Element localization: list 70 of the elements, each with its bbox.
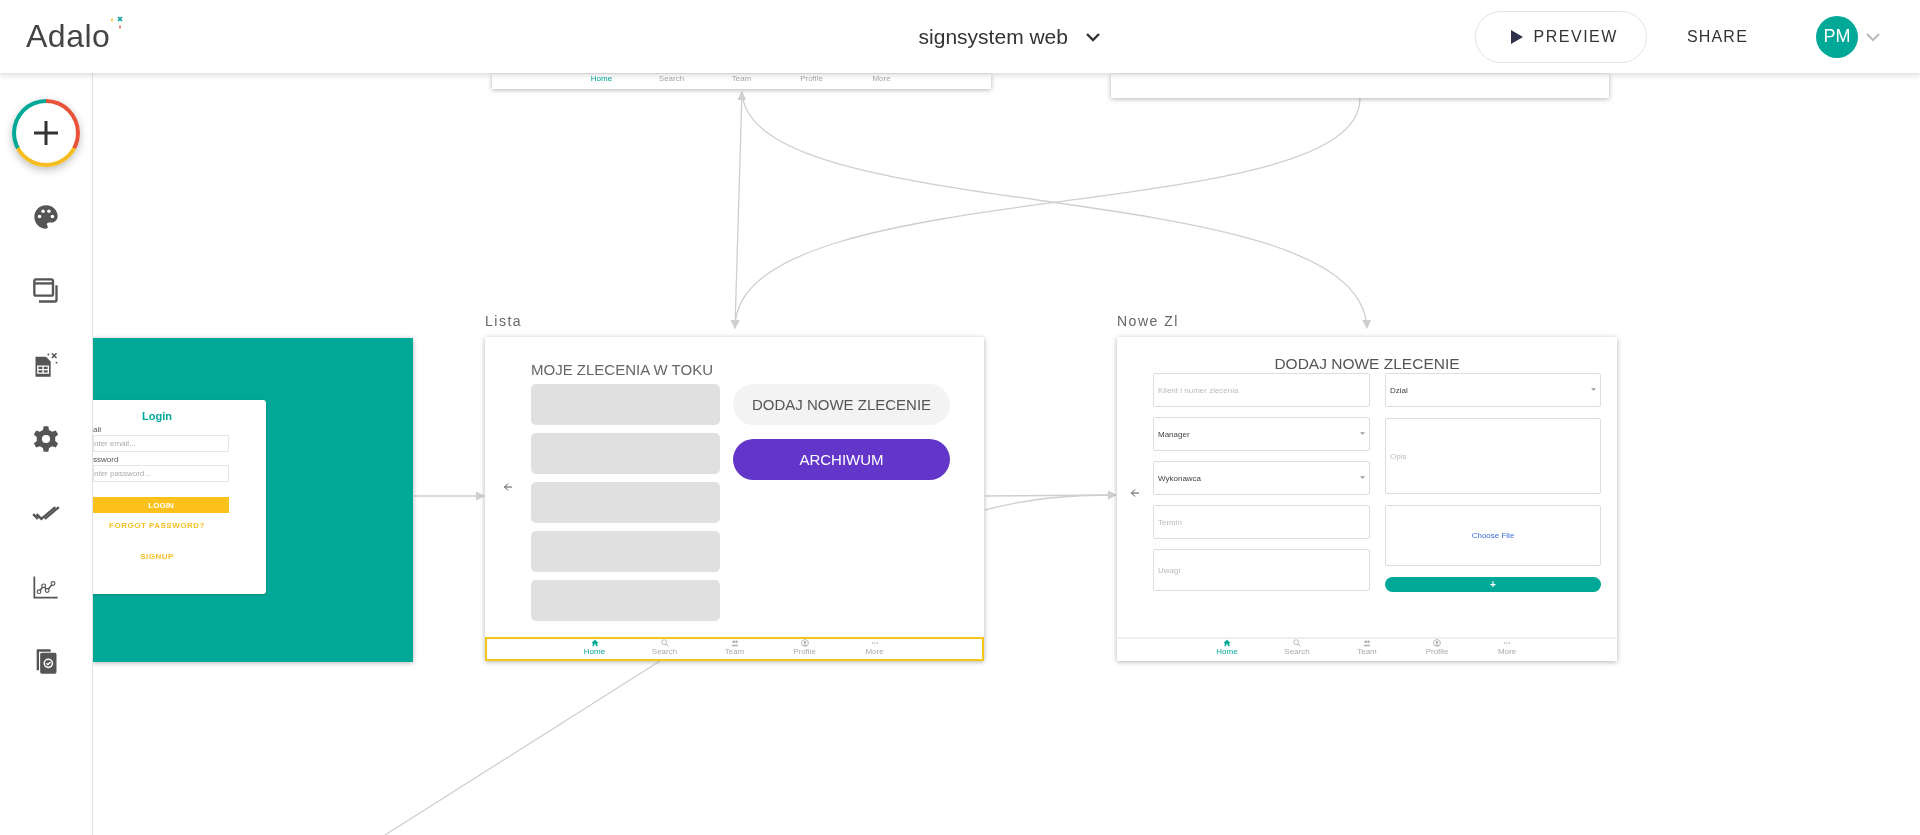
dropdown-value: Dzial — [1390, 385, 1408, 395]
tab-bar-item[interactable]: Search — [629, 639, 700, 659]
screen-thumbnail[interactable] — [1111, 74, 1609, 98]
text-link[interactable]: SIGNUP — [93, 552, 221, 561]
field-label: ssword — [93, 455, 120, 464]
tab-bar-item[interactable]: Home — [559, 639, 630, 659]
screen-title: MOJE ZLECENIA W TOKU — [531, 360, 714, 380]
screens-icon[interactable] — [32, 277, 60, 305]
tab-bar-item[interactable]: Team — [1332, 639, 1402, 659]
add-button[interactable] — [12, 99, 80, 167]
screen-name: Nowe Zl — [1117, 313, 1179, 329]
dropdown-field[interactable]: Dzial — [1385, 373, 1601, 407]
tab-bar-item[interactable]: More — [839, 639, 910, 659]
people-icon — [1363, 639, 1371, 647]
dropdown-field[interactable]: Manager — [1153, 417, 1370, 451]
tab-bar-item[interactable]: Search — [1262, 639, 1332, 659]
tab-bar-item[interactable]: More — [1472, 639, 1542, 659]
play-icon — [1509, 28, 1524, 45]
action-button[interactable]: DODAJ NOWE ZLECENIE — [733, 384, 950, 425]
home-icon — [1223, 639, 1231, 647]
caret-icon — [1591, 388, 1596, 392]
tab-bar-item[interactable]: Profile — [776, 74, 847, 89]
more-icon — [870, 639, 879, 647]
tab-bar-item[interactable]: Team — [699, 639, 770, 659]
login-title: Login — [141, 410, 173, 422]
plus-icon — [32, 119, 60, 147]
people-icon — [730, 639, 739, 647]
input-field[interactable]: Termin — [1153, 505, 1370, 539]
palette-icon[interactable] — [32, 203, 60, 231]
field-label: ail — [93, 425, 102, 434]
tab-bar-item[interactable]: Team — [706, 74, 777, 89]
sparkle-icon — [110, 16, 125, 30]
back-arrow-icon[interactable] — [1130, 488, 1140, 498]
back-arrow-icon[interactable] — [503, 482, 513, 492]
text-link[interactable]: FORGOT PASSWORD? — [93, 521, 221, 530]
preview-button[interactable]: PREVIEW — [1474, 10, 1647, 63]
profile-icon — [1433, 639, 1441, 647]
screen-thumbnail[interactable]: Login ail nter email... ssword nter password... LOGIN FORGOT PASSWORD? SIGNUP — [93, 338, 413, 662]
screen-title: DODAJ NOWE ZLECENIE — [1273, 354, 1461, 373]
screen-thumbnail[interactable]: Home Search Team Profile More — [492, 74, 991, 89]
choose-file-link[interactable]: Choose File — [1471, 531, 1515, 540]
avatar[interactable]: PM — [1816, 15, 1858, 58]
tab-bar-item[interactable]: More — [846, 74, 917, 89]
action-button[interactable]: ARCHIWUM — [733, 439, 950, 480]
input-field[interactable]: nter email... — [93, 435, 229, 452]
home-icon — [590, 639, 599, 647]
search-icon — [660, 639, 669, 647]
caret-icon — [1360, 476, 1365, 480]
search-icon — [1293, 639, 1301, 647]
login-button[interactable]: LOGIN — [93, 497, 229, 513]
connector-arrow — [413, 491, 485, 501]
more-icon — [1503, 639, 1511, 647]
text-area[interactable]: Uwagi — [1153, 549, 1370, 591]
dropdown-value: Manager — [1158, 429, 1190, 439]
dropdown-field[interactable]: Wykonawca — [1153, 461, 1370, 495]
tab-bar-item[interactable]: Home — [1192, 639, 1262, 659]
dropdown-value: Wykonawca — [1158, 473, 1202, 483]
profile-icon — [800, 639, 809, 647]
screen-name: Lista — [485, 313, 523, 329]
tab-bar-item[interactable]: Profile — [769, 639, 840, 659]
tab-bar-item[interactable]: Profile — [1402, 639, 1472, 659]
share-button[interactable]: SHARE — [1686, 27, 1748, 46]
logo[interactable]: Adalo — [26, 18, 111, 55]
tab-bar-item[interactable]: Home — [566, 74, 637, 89]
app-name[interactable]: signsystem web — [918, 24, 1068, 49]
input-field[interactable]: nter password... — [93, 465, 229, 482]
tab-bar-item[interactable]: Search — [636, 74, 707, 89]
caret-icon — [1360, 432, 1365, 436]
settings-icon[interactable] — [32, 425, 60, 453]
add-button[interactable]: + — [1385, 577, 1601, 592]
